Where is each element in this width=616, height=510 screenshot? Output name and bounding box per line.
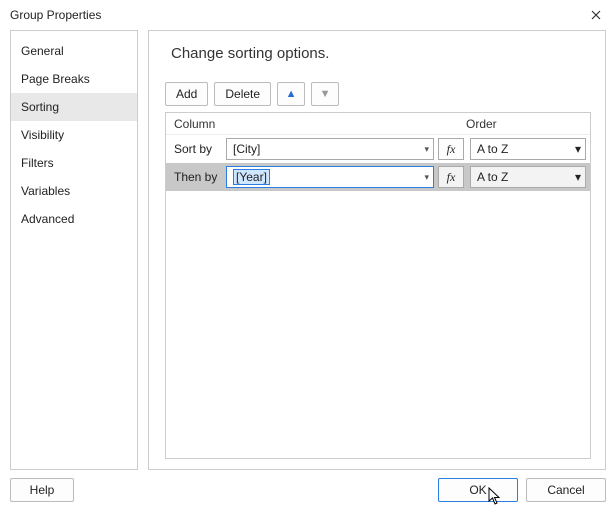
sidebar-item-sorting[interactable]: Sorting: [11, 93, 137, 121]
expression-button[interactable]: fx: [438, 166, 464, 188]
sidebar-item-visibility[interactable]: Visibility: [11, 121, 137, 149]
sidebar-item-label: Visibility: [21, 128, 64, 142]
combo-value: A to Z: [477, 142, 508, 156]
sidebar-item-label: Filters: [21, 156, 54, 170]
row-label: Then by: [174, 170, 226, 184]
arrow-up-icon: ▲: [286, 88, 297, 100]
sort-row[interactable]: Sort by [City] ▾ fx A to Z ▾: [166, 135, 590, 163]
row-label: Sort by: [174, 142, 226, 156]
combo-value: [City]: [233, 142, 260, 156]
dialog-title: Group Properties: [10, 8, 101, 22]
close-icon[interactable]: [584, 3, 608, 27]
delete-button[interactable]: Delete: [214, 82, 271, 106]
help-button[interactable]: Help: [10, 478, 74, 502]
table-header: Column Order: [166, 113, 590, 135]
sidebar-item-page-breaks[interactable]: Page Breaks: [11, 65, 137, 93]
combo-value: A to Z: [477, 170, 508, 184]
sidebar-item-label: Sorting: [21, 100, 59, 114]
sort-column-combo[interactable]: [Year] ▾: [226, 166, 434, 188]
sort-row[interactable]: Then by [Year] ▾ fx A to Z ▾: [166, 163, 590, 191]
titlebar: Group Properties: [0, 0, 616, 30]
ok-button[interactable]: OK: [438, 478, 518, 502]
sidebar-item-general[interactable]: General: [11, 37, 137, 65]
button-label: Delete: [225, 87, 260, 101]
sort-order-combo[interactable]: A to Z ▾: [470, 138, 586, 160]
fx-icon: fx: [447, 170, 456, 185]
add-button[interactable]: Add: [165, 82, 208, 106]
chevron-down-icon: ▾: [424, 172, 429, 183]
chevron-down-icon: ▾: [424, 144, 429, 155]
sidebar: General Page Breaks Sorting Visibility F…: [10, 30, 138, 470]
sidebar-item-advanced[interactable]: Advanced: [11, 205, 137, 233]
chevron-down-icon: ▾: [575, 170, 581, 184]
chevron-down-icon: ▾: [575, 142, 581, 156]
move-down-button[interactable]: ▼: [311, 82, 339, 106]
sort-order-combo[interactable]: A to Z ▾: [470, 166, 586, 188]
button-label: OK: [469, 483, 486, 497]
move-up-button[interactable]: ▲: [277, 82, 305, 106]
arrow-down-icon: ▼: [320, 88, 331, 100]
sidebar-item-filters[interactable]: Filters: [11, 149, 137, 177]
sidebar-item-variables[interactable]: Variables: [11, 177, 137, 205]
sort-table: Column Order Sort by [City] ▾ fx A to Z …: [165, 112, 591, 459]
panel-heading: Change sorting options.: [171, 45, 591, 62]
dialog-footer: Help OK Cancel: [10, 478, 606, 502]
dialog-body: General Page Breaks Sorting Visibility F…: [0, 30, 616, 470]
main-panel: Change sorting options. Add Delete ▲ ▼ C…: [148, 30, 606, 470]
combo-value: [Year]: [233, 169, 270, 185]
fx-icon: fx: [447, 142, 456, 157]
sidebar-item-label: Variables: [21, 184, 70, 198]
column-header-column: Column: [166, 117, 462, 131]
sidebar-item-label: Page Breaks: [21, 72, 90, 86]
column-header-order: Order: [462, 117, 590, 131]
toolbar: Add Delete ▲ ▼: [165, 82, 591, 106]
button-label: Add: [176, 87, 197, 101]
sort-column-combo[interactable]: [City] ▾: [226, 138, 434, 160]
sidebar-item-label: General: [21, 44, 64, 58]
button-label: Cancel: [547, 483, 584, 497]
sidebar-item-label: Advanced: [21, 212, 74, 226]
button-label: Help: [30, 483, 55, 497]
expression-button[interactable]: fx: [438, 138, 464, 160]
cancel-button[interactable]: Cancel: [526, 478, 606, 502]
